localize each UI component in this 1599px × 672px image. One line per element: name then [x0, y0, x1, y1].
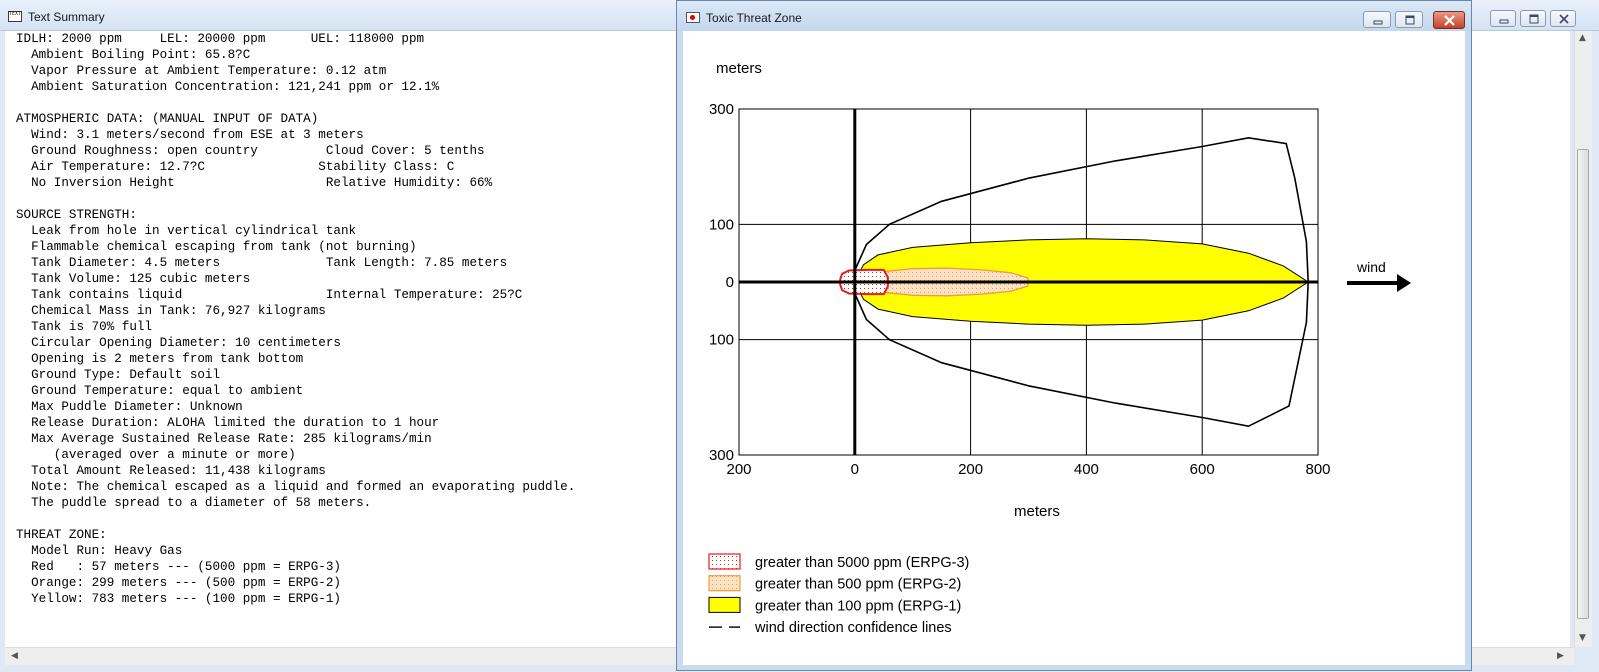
summary-line: Wind: 3.1 meters/second from ESE at 3 me… [16, 128, 364, 142]
threat-zone-window: Toxic Threat Zone 200 0 200 400 600 800 … [676, 0, 1472, 671]
summary-line [16, 191, 575, 207]
summary-line: Model Run: Heavy Gas [16, 544, 183, 558]
summary-line: Ambient Boiling Point: 65.8?C [16, 48, 251, 62]
y-tick-label: 100 [709, 332, 734, 349]
summary-lines: IDLH: 2000 ppm LEL: 20000 ppm UEL: 11800… [16, 31, 575, 607]
summary-line: Opening is 2 meters from tank bottom [16, 352, 304, 366]
scroll-right-icon[interactable]: ▶ [1557, 651, 1564, 661]
summary-line: The puddle spread to a diameter of 58 me… [16, 496, 372, 510]
legend-label: greater than 5000 ppm (ERPG-3) [755, 555, 969, 571]
tz-maximize-button[interactable] [1395, 11, 1423, 28]
legend-item: greater than 100 ppm (ERPG-1) [708, 596, 961, 614]
threat-zone-titlebar[interactable]: Toxic Threat Zone [677, 1, 1471, 31]
legend-swatch-red [708, 553, 741, 570]
close-button[interactable] [1550, 10, 1576, 27]
vertical-scrollbar[interactable]: ▲ ▼ [1574, 31, 1592, 647]
summary-line: Ambient Saturation Concentration: 121,24… [16, 80, 440, 94]
x-axis-label: meters [1014, 503, 1060, 520]
legend-swatch-orange [708, 575, 741, 592]
legend-swatch-yellow [708, 596, 741, 613]
plot-axes [739, 109, 1318, 455]
summary-line: Tank is 70% full [16, 320, 153, 334]
minimize-icon [1373, 20, 1383, 25]
scroll-left-icon[interactable]: ◀ [11, 651, 18, 661]
summary-line: Release Duration: ALOHA limited the dura… [16, 416, 440, 430]
summary-line: Vapor Pressure at Ambient Temperature: 0… [16, 64, 387, 78]
summary-line: SOURCE STRENGTH: [16, 208, 137, 222]
summary-line: Max Puddle Diameter: Unknown [16, 400, 243, 414]
summary-line: Tank Diameter: 4.5 meters Tank Length: 7… [16, 256, 508, 270]
summary-line: ATMOSPHERIC DATA: (MANUAL INPUT OF DATA) [16, 112, 319, 126]
summary-line: Red : 57 meters --- (5000 ppm = ERPG-3) [16, 560, 341, 574]
legend-label: greater than 500 ppm (ERPG-2) [755, 577, 961, 593]
text-document-icon: TEXT [8, 11, 22, 22]
legend-item: greater than 500 ppm (ERPG-2) [708, 575, 961, 593]
threat-zone-plot-area: 200 0 200 400 600 800 300 100 0 100 300 meters met… [683, 31, 1465, 665]
threat-zone-chart: 200 0 200 400 600 8003001000100300 meters met… [708, 60, 1411, 636]
legend-label: greater than 100 ppm (ERPG-1) [755, 598, 961, 614]
legend: greater than 5000 ppm (ERPG-3) greater th… [708, 553, 969, 636]
x-tick-label: 600 [1190, 461, 1215, 478]
summary-line: Tank Volume: 125 cubic meters [16, 272, 251, 286]
close-icon [1559, 14, 1569, 24]
y-axis-label: meters [716, 60, 762, 77]
summary-line: (averaged over a minute or more) [16, 448, 296, 462]
summary-line: Air Temperature: 12.7?C Stability Class:… [16, 160, 455, 174]
maximize-icon [1529, 14, 1539, 24]
x-tick-label: 200 [958, 461, 983, 478]
maximize-icon [1405, 15, 1415, 25]
legend-label: wind direction confidence lines [754, 620, 952, 636]
summary-line: Leak from hole in vertical cylindrical t… [16, 224, 357, 238]
minimize-icon [1499, 19, 1509, 24]
threat-zone-app-icon [686, 12, 700, 23]
scroll-down-icon[interactable]: ▼ [1579, 633, 1586, 643]
summary-line: Tank contains liquid Internal Temperatur… [16, 288, 523, 302]
y-tick-label: 300 [709, 447, 734, 464]
wind-arrow-head-icon [1397, 274, 1411, 292]
summary-line: Flammable chemical escaping from tank (n… [16, 240, 417, 254]
summary-line: Circular Opening Diameter: 10 centimeter… [16, 336, 341, 350]
x-tick-label: 0 [851, 461, 859, 478]
summary-line: Orange: 299 meters --- (500 ppm = ERPG-2… [16, 576, 341, 590]
tz-minimize-button[interactable] [1363, 11, 1391, 28]
summary-line: Total Amount Released: 11,438 kilograms [16, 464, 326, 478]
summary-line: Chemical Mass in Tank: 76,927 kilograms [16, 304, 326, 318]
legend-item: greater than 5000 ppm (ERPG-3) [708, 553, 969, 571]
x-tick-label: 400 [1074, 461, 1099, 478]
wind-label: wind [1356, 259, 1386, 275]
tz-close-button[interactable] [1433, 11, 1465, 29]
summary-line: IDLH: 2000 ppm LEL: 20000 ppm UEL: 11800… [16, 32, 425, 46]
maximize-button[interactable] [1520, 10, 1546, 27]
y-tick-label: 100 [709, 216, 734, 233]
summary-line: Ground Type: Default soil [16, 368, 221, 382]
threat-zone-title: Toxic Threat Zone [706, 11, 802, 25]
y-tick-label: 0 [726, 274, 734, 291]
legend-item: wind direction confidence lines [709, 620, 952, 636]
y-tick-label: 300 [709, 101, 734, 118]
text-summary-title: Text Summary [28, 10, 105, 24]
summary-line [16, 95, 575, 111]
summary-line: Max Average Sustained Release Rate: 285 … [16, 432, 432, 446]
minimize-button[interactable] [1490, 10, 1516, 27]
summary-line [16, 511, 575, 527]
vertical-scroll-thumb[interactable] [1577, 149, 1589, 619]
summary-line: No Inversion Height Relative Humidity: 6… [16, 176, 493, 190]
summary-line: Ground Roughness: open country Cloud Cov… [16, 144, 485, 158]
summary-line: THREAT ZONE: [16, 528, 107, 542]
summary-line: Note: The chemical escaped as a liquid a… [16, 480, 576, 494]
scroll-up-icon[interactable]: ▲ [1579, 33, 1586, 43]
summary-line: Ground Temperature: equal to ambient [16, 384, 304, 398]
x-tick-label: 800 [1305, 461, 1330, 478]
wind-arrow: wind [1347, 259, 1411, 292]
close-icon [1444, 15, 1455, 26]
summary-line: Yellow: 783 meters --- (100 ppm = ERPG-1… [16, 592, 341, 606]
